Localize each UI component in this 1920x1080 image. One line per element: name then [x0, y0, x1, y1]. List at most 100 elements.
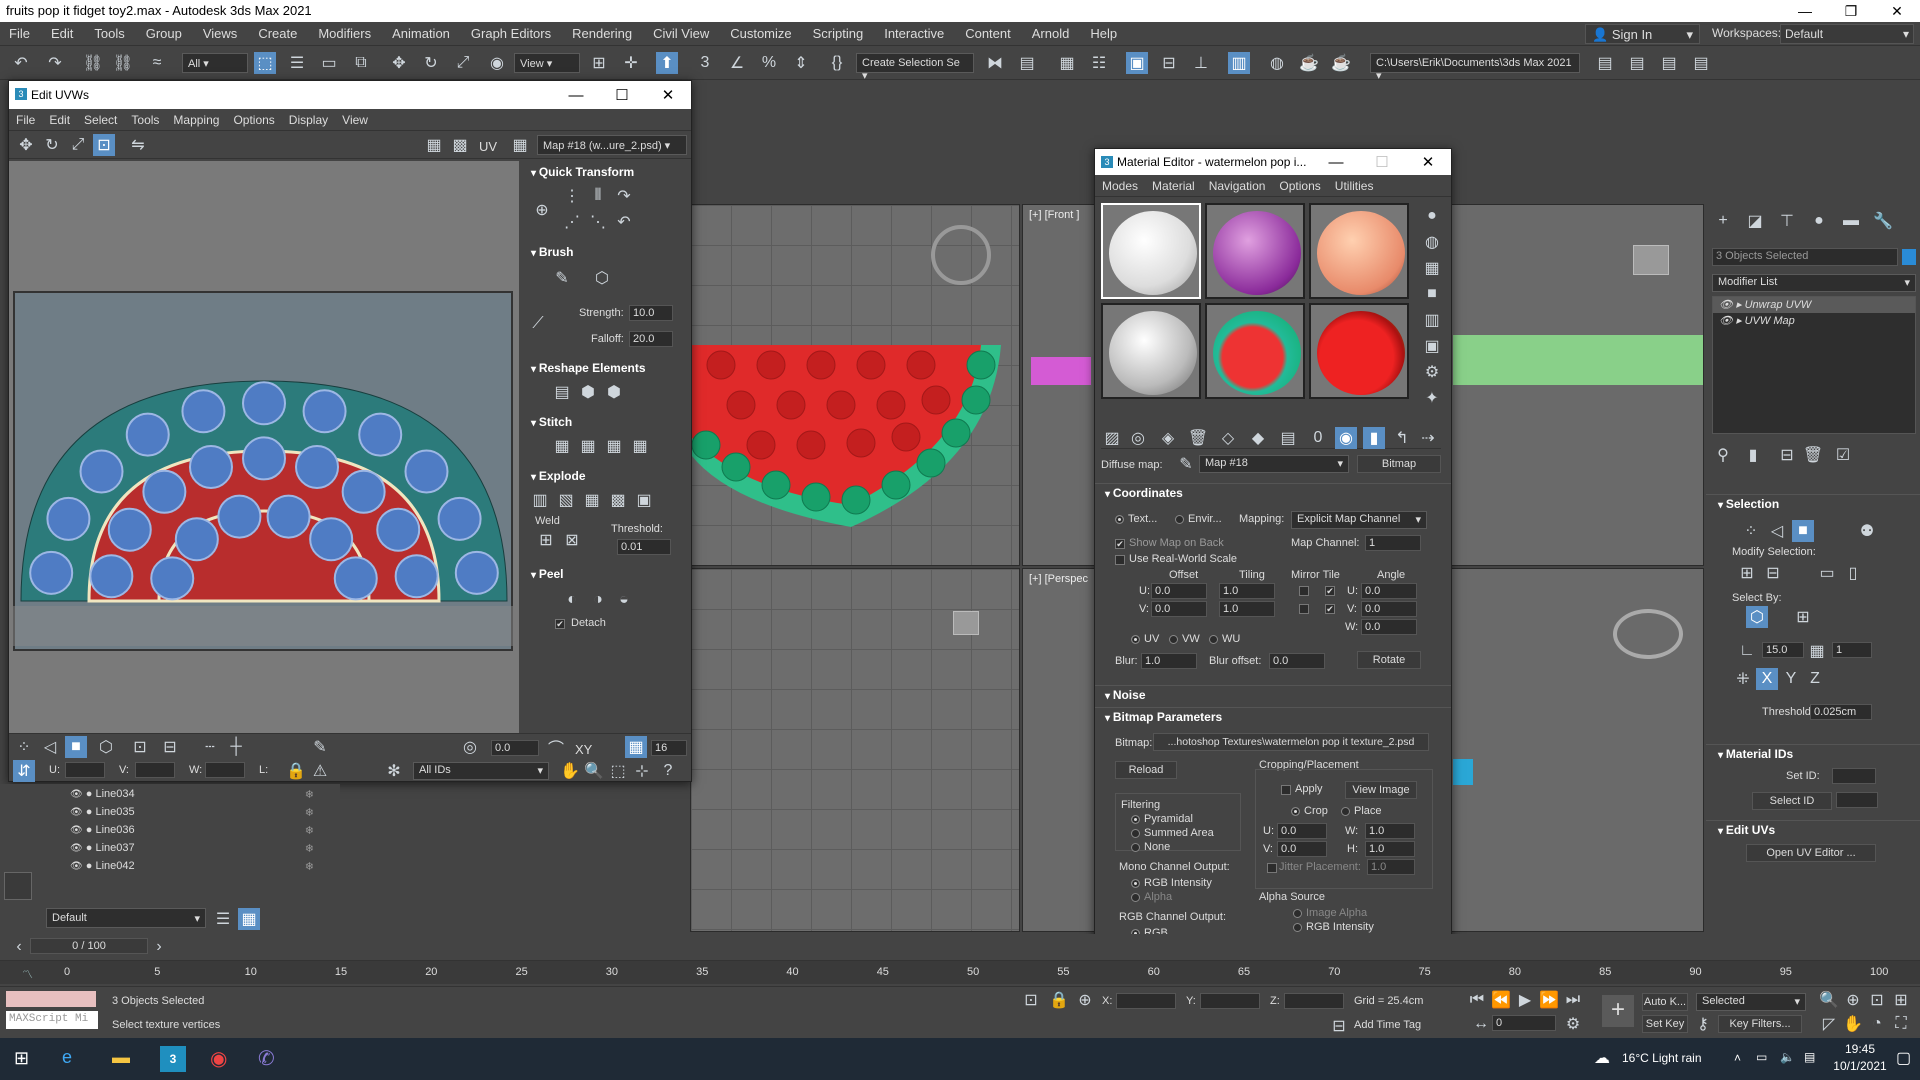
menu-tools[interactable]: Tools — [85, 22, 136, 41]
uv-island[interactable] — [242, 381, 286, 426]
video-check-icon[interactable]: ▥ — [1421, 309, 1443, 331]
uv-island[interactable] — [394, 554, 439, 599]
edit-named-sets-icon[interactable]: {} — [826, 52, 848, 74]
crop-v-spinner[interactable]: 0.0 — [1277, 841, 1327, 857]
menu-rendering[interactable]: Rendering — [563, 22, 644, 41]
field-of-view-icon[interactable]: ◸ — [1818, 1013, 1840, 1035]
selection-rollout[interactable]: Selection — [1706, 494, 1920, 512]
project-icon-3[interactable]: ▤ — [1658, 52, 1680, 74]
peel-rollout[interactable]: Peel — [521, 565, 691, 583]
set-id-spinner[interactable] — [1832, 768, 1876, 784]
uv-canvas[interactable] — [9, 161, 519, 733]
maximize-viewport-icon[interactable]: ⛶ — [1890, 1013, 1912, 1035]
project-icon-2[interactable]: ▤ — [1626, 52, 1648, 74]
zoom-icon[interactable]: 🔍 — [1818, 989, 1840, 1011]
v-angle-spinner[interactable]: 0.0 — [1361, 601, 1417, 617]
render-setup-icon[interactable]: ▥ — [1228, 52, 1250, 74]
material-menu-options[interactable]: Options — [1272, 175, 1327, 193]
x-axis-icon[interactable]: X — [1756, 668, 1778, 690]
brush-rollout[interactable]: Brush — [521, 243, 691, 261]
scene-explorer-icon[interactable] — [4, 872, 32, 900]
rgb-intensity-radio[interactable] — [1131, 878, 1140, 888]
move-icon[interactable]: ✥ — [388, 52, 410, 74]
element-mode-icon[interactable]: ⬡ — [95, 736, 117, 758]
scene-explorer-row[interactable]: 👁 ● Line034 ❄ — [70, 788, 330, 806]
w-angle-spinner[interactable]: 0.0 — [1361, 619, 1417, 635]
current-frame-field[interactable]: 0 — [1492, 1015, 1556, 1031]
menu-create[interactable]: Create — [249, 22, 309, 41]
detach-checkbox[interactable]: ✔ — [555, 619, 565, 629]
menu-group[interactable]: Group — [137, 22, 194, 41]
track-bar[interactable]: 〽 0 5 10 15 20 25 30 35 40 45 50 55 60 65 70 75 80 85 90 95… — [0, 960, 1920, 984]
go-to-parent-icon[interactable]: ↰ — [1391, 427, 1413, 449]
select-by-smoothing-icon[interactable]: ▦ — [1806, 640, 1828, 662]
rotate-icon[interactable]: ↻ — [41, 134, 63, 156]
grid-snap-icon[interactable]: ▦ — [625, 736, 647, 758]
selection-lock-icon[interactable]: 🔒 — [1048, 989, 1070, 1011]
file-explorer-icon[interactable]: ▬ — [112, 1047, 130, 1068]
menu-scripting[interactable]: Scripting — [804, 22, 876, 41]
explode-polygon-icon[interactable]: ▩ — [607, 489, 629, 511]
time-tag-icon[interactable]: ⊟ — [1328, 1015, 1350, 1037]
scale-icon[interactable]: ⤢ — [67, 134, 89, 156]
uv-island[interactable] — [142, 469, 187, 514]
uv-island[interactable] — [341, 469, 386, 514]
blur-offset-spinner[interactable]: 0.0 — [1269, 653, 1325, 669]
bitmap-path-button[interactable]: ...hotoshop Textures\watermelon pop it t… — [1153, 733, 1429, 751]
project-icon-1[interactable]: ▤ — [1594, 52, 1616, 74]
modify-tab-icon[interactable]: ◪ — [1744, 210, 1766, 232]
alpha-radio[interactable] — [1131, 892, 1140, 902]
zoom-all-icon[interactable]: ⊕ — [1842, 989, 1864, 1011]
help-icon[interactable]: ? — [657, 760, 679, 782]
keyboard-shortcut-toggle-icon[interactable]: ⬆ — [656, 52, 678, 74]
uv-menu-mapping[interactable]: Mapping — [166, 109, 226, 127]
freeform-icon[interactable]: ⊡ — [93, 134, 115, 156]
material-id-icon[interactable]: 0 — [1307, 427, 1329, 449]
window-crossing-icon[interactable]: ⧉ — [350, 52, 372, 74]
maxscript-listener[interactable] — [6, 991, 96, 1007]
uv-island[interactable] — [188, 444, 233, 489]
uv-island[interactable] — [309, 517, 354, 562]
set-key-button[interactable]: Set Key — [1642, 1015, 1688, 1033]
point-to-point-icon[interactable]: ⁜ — [1732, 668, 1754, 690]
set-key-big-button[interactable]: + — [1602, 995, 1634, 1027]
weather-text[interactable]: 16°C Light rain — [1622, 1051, 1702, 1065]
viber-icon[interactable]: ✆ — [258, 1046, 275, 1071]
stitch-source-icon[interactable]: ▦ — [603, 435, 625, 457]
stitch-target-icon[interactable]: ▦ — [551, 435, 573, 457]
jitter-checkbox[interactable] — [1267, 863, 1277, 873]
vertex-mode-icon[interactable]: ⁘ — [13, 736, 35, 758]
v-tiling-spinner[interactable]: 1.0 — [1219, 601, 1275, 617]
v-tile-checkbox[interactable]: ✔ — [1325, 604, 1335, 614]
render-toggle-icon[interactable]: ❄ — [305, 806, 314, 819]
menu-civil-view[interactable]: Civil View — [644, 22, 721, 41]
sign-in-dropdown[interactable]: 👤 Sign In ▾ — [1585, 24, 1700, 44]
zoom-extents-icon[interactable]: ⊹ — [631, 760, 653, 782]
bitmap-parameters-rollout[interactable]: Bitmap Parameters — [1095, 707, 1451, 725]
element-select-icon[interactable]: ⚉ — [1856, 520, 1878, 542]
schematic-view-icon[interactable]: ⊟ — [1158, 52, 1180, 74]
loop-select-icon[interactable]: ▭ — [1816, 562, 1838, 584]
absolute-mode-icon[interactable]: ⊕ — [1074, 989, 1096, 1011]
select-by-element-icon[interactable]: ⊞ — [1792, 606, 1814, 628]
show-map-back-checkbox[interactable]: ✔ — [1115, 539, 1125, 549]
crop-radio[interactable] — [1291, 806, 1300, 816]
quick-peel-icon[interactable]: ◐ — [561, 589, 583, 611]
y-coordinate-field[interactable] — [1200, 993, 1260, 1009]
material-editor-titlebar[interactable]: 3 Material Editor - watermelon pop i... … — [1095, 149, 1451, 175]
grid-icon[interactable]: ▦ — [509, 134, 531, 156]
key-selection-dropdown[interactable]: Selected ▾ — [1696, 993, 1806, 1011]
render-toggle-icon[interactable]: ❄ — [305, 860, 314, 873]
image-alpha-radio[interactable] — [1293, 908, 1302, 918]
prev-key-icon[interactable]: ⏪ — [1490, 989, 1512, 1011]
uv-island[interactable] — [125, 412, 170, 457]
chrome-icon[interactable]: ◉ — [210, 1046, 227, 1071]
map-name-field[interactable]: Map #18 ▾ — [1199, 455, 1349, 473]
reshape-rollout[interactable]: Reshape Elements — [521, 359, 691, 377]
ribbon-toggle-icon[interactable]: ☷ — [1088, 52, 1110, 74]
none-radio[interactable] — [1131, 842, 1140, 852]
texture-radio[interactable] — [1115, 514, 1124, 524]
show-shaded-icon[interactable]: ◉ — [1335, 427, 1357, 449]
material-menu-modes[interactable]: Modes — [1095, 175, 1145, 193]
uv-menu-file[interactable]: File — [9, 109, 42, 127]
